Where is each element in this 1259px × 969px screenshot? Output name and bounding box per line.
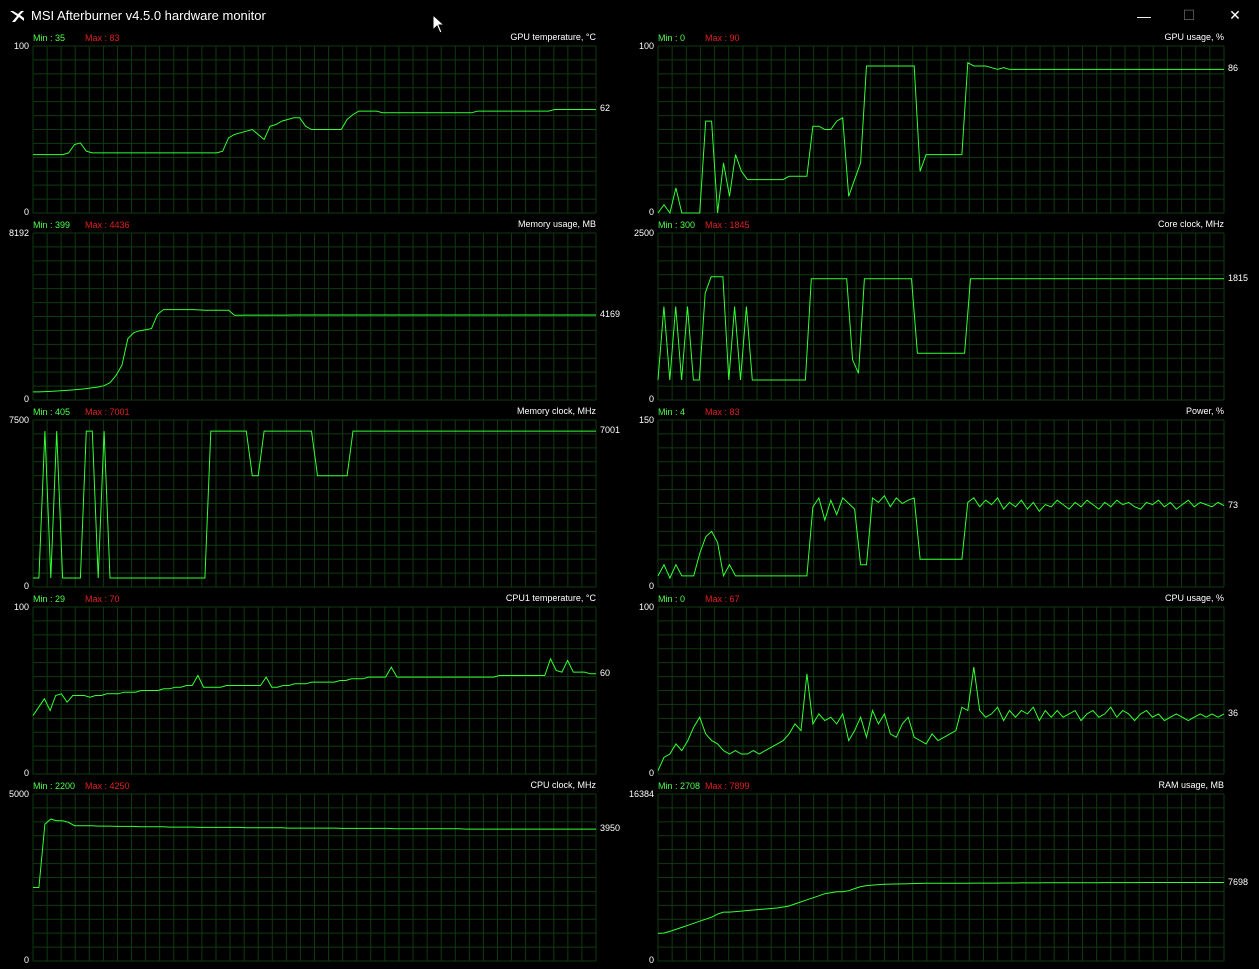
graph-y-min-label: 0 — [648, 768, 654, 778]
graph-max-label: Max : 7001 — [85, 407, 130, 417]
graph-y-min-label: 0 — [648, 394, 654, 404]
graph-y-max-label: 100 — [638, 602, 654, 612]
graph-panel[interactable]: Min : 4 Max : 83 Power, % 150 0 73 — [628, 405, 1257, 592]
graph-current-value: 73 — [1228, 499, 1239, 510]
graph-min-label: Min : 35 — [33, 33, 66, 43]
graph-name: Memory clock, MHz — [516, 406, 596, 416]
graph-name: CPU1 temperature, °C — [505, 593, 596, 603]
graph-y-max-label: 16384 — [628, 789, 654, 799]
graph-plot — [32, 793, 597, 962]
graph-y-max-label: 5000 — [8, 789, 29, 799]
graph-y-max-label: 100 — [638, 41, 654, 51]
graph-plot — [32, 45, 597, 214]
graph-name: GPU temperature, °C — [510, 32, 596, 42]
minimize-button[interactable]: — — [1121, 0, 1167, 31]
graph-panel[interactable]: Min : 0 Max : 90 GPU usage, % 100 0 86 — [628, 31, 1257, 218]
graph-y-max-label: 8192 — [8, 228, 29, 238]
graph-plot — [32, 232, 597, 401]
graph-plot — [657, 232, 1225, 401]
graph-max-label: Max : 1845 — [705, 220, 750, 230]
graph-min-label: Min : 29 — [33, 594, 66, 604]
title-bar[interactable]: MSI Afterburner v4.5.0 hardware monitor … — [0, 0, 1259, 31]
graph-y-max-label: 100 — [13, 41, 29, 51]
graph-max-label: Max : 70 — [85, 594, 120, 604]
graph-y-min-label: 0 — [23, 207, 29, 217]
graph-current-value: 4169 — [600, 309, 621, 319]
graph-panel[interactable]: Min : 2200 Max : 4250 CPU clock, MHz 5000 0 3… — [0, 779, 629, 966]
graph-current-value: 1815 — [1228, 272, 1249, 283]
graph-name: RAM usage, MB — [1158, 780, 1224, 790]
graph-current-value: 7001 — [600, 425, 621, 436]
graph-y-max-label: 100 — [13, 602, 29, 612]
graph-min-label: Min : 405 — [33, 407, 71, 417]
graph-panel[interactable]: Min : 405 Max : 7001 Memory clock, MHz 7500… — [0, 405, 629, 592]
graph-panel[interactable]: Min : 2708 Max : 7899 RAM usage, MB 16384 0 7… — [628, 779, 1257, 966]
graph-y-min-label: 0 — [23, 768, 29, 778]
graph-max-label: Max : 4436 — [85, 220, 130, 230]
graph-min-label: Min : 0 — [658, 33, 686, 43]
graph-panel[interactable]: Min : 29 Max : 70 CPU1 temperature, °C 100 0… — [0, 592, 629, 779]
graph-y-min-label: 0 — [23, 955, 29, 965]
graph-y-min-label: 0 — [23, 394, 29, 404]
graph-max-label: Max : 83 — [85, 33, 120, 43]
graph-current-value: 62 — [600, 103, 611, 114]
graph-min-label: Min : 4 — [658, 407, 686, 417]
maximize-button[interactable]: ☐ — [1166, 0, 1212, 31]
graph-y-min-label: 0 — [648, 955, 654, 965]
graph-current-value: 7698 — [1228, 876, 1249, 887]
graph-name: Core clock, MHz — [1157, 219, 1224, 229]
graph-current-value: 60 — [600, 667, 611, 678]
graph-max-label: Max : 4250 — [85, 781, 130, 791]
graph-min-label: Min : 399 — [33, 220, 71, 230]
graph-plot — [32, 419, 597, 588]
graph-max-label: Max : 83 — [705, 407, 740, 417]
graph-current-value: 3950 — [600, 823, 621, 834]
graph-max-label: Max : 90 — [705, 33, 740, 43]
graph-y-min-label: 0 — [648, 207, 654, 217]
afterburner-logo-icon — [10, 11, 24, 22]
graph-plot — [32, 606, 597, 775]
graph-panel[interactable]: Min : 399 Max : 4436 Memory usage, MB 8192 0… — [0, 218, 629, 405]
graph-current-value: 36 — [1228, 707, 1239, 718]
graph-y-max-label: 7500 — [8, 415, 29, 425]
graph-name: GPU usage, % — [1164, 32, 1224, 42]
graph-panel[interactable]: Min : 300 Max : 1845 Core clock, MHz 2500 0 1… — [628, 218, 1257, 405]
graph-plot — [657, 606, 1225, 775]
graph-plot — [657, 793, 1225, 962]
graph-y-max-label: 150 — [638, 415, 654, 425]
graph-plot — [657, 419, 1225, 588]
window-title: MSI Afterburner v4.5.0 hardware monitor — [31, 8, 266, 23]
graph-max-label: Max : 67 — [705, 594, 740, 604]
graph-panel[interactable]: Min : 35 Max : 83 GPU temperature, °C 100 0 6… — [0, 31, 629, 218]
graph-y-min-label: 0 — [23, 581, 29, 591]
graph-min-label: Min : 2200 — [33, 781, 76, 791]
graph-name: CPU clock, MHz — [530, 780, 596, 790]
graph-min-label: Min : 0 — [658, 594, 686, 604]
graph-min-label: Min : 2708 — [658, 781, 701, 791]
graph-current-value: 86 — [1228, 63, 1239, 74]
graph-name: Power, % — [1185, 406, 1224, 416]
graph-name: Memory usage, MB — [517, 219, 596, 229]
graph-y-min-label: 0 — [648, 581, 654, 591]
graphs-area[interactable]: Min : 35 Max : 83 GPU temperature, °C 100 0 6… — [0, 31, 1259, 969]
graph-max-label: Max : 7899 — [705, 781, 750, 791]
graph-y-max-label: 2500 — [633, 228, 654, 238]
graph-name: CPU usage, % — [1164, 593, 1224, 603]
graph-plot — [657, 45, 1225, 215]
graph-min-label: Min : 300 — [658, 220, 696, 230]
graph-panel[interactable]: Min : 0 Max : 67 CPU usage, % 100 0 36 — [628, 592, 1257, 779]
close-button[interactable]: ✕ — [1212, 0, 1258, 31]
